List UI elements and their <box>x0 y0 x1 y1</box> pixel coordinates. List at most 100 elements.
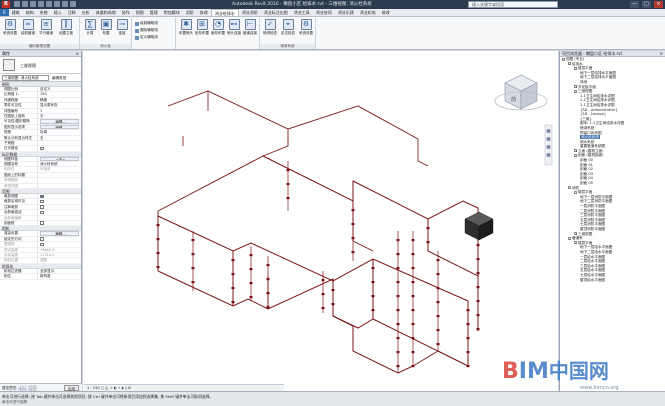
collapse-icon[interactable]: - <box>568 236 571 240</box>
search-input[interactable]: 键入关键字或短语 <box>468 1 558 8</box>
property-checkbox[interactable] <box>40 205 44 209</box>
property-checkbox[interactable] <box>40 221 44 225</box>
save-icon[interactable] <box>22 1 28 7</box>
property-value[interactable]: 精细 <box>38 98 81 102</box>
ribbon-tab[interactable]: 鸿业乐建 <box>335 9 357 16</box>
ribbon-tab[interactable]: 视图 <box>133 9 147 16</box>
instance-type-select[interactable]: 三维视图: 消火栓系统 <box>2 75 49 81</box>
ribbon-tab[interactable]: 修改 <box>197 9 211 16</box>
collapse-icon[interactable]: - <box>562 57 565 61</box>
ribbon-tab[interactable]: 体量和场地 <box>93 9 119 16</box>
ribbon-tab[interactable]: 鸿业机电 <box>357 9 379 16</box>
property-edit-button[interactable]: 编辑... <box>40 124 79 130</box>
property-value[interactable] <box>38 146 81 151</box>
collapse-icon[interactable]: - <box>574 241 577 245</box>
property-checkbox[interactable] <box>40 210 44 215</box>
property-value[interactable]: 显示原状态 <box>38 103 81 107</box>
property-value[interactable]: 协调 <box>38 130 81 134</box>
edit-type-button[interactable]: 编辑类型 <box>52 75 66 81</box>
pipe-connect-button[interactable]: ⊢ 管道连接 <box>242 19 258 35</box>
collapse-icon[interactable]: - <box>568 186 571 190</box>
collapse-icon[interactable]: - <box>574 153 577 157</box>
draw-pipe-button[interactable]: ═ 绘制管道 <box>20 19 36 35</box>
ribbon-tab[interactable]: 修改 <box>379 9 393 16</box>
browser-tree-item[interactable]: 屋顶给水平面图 <box>560 278 665 283</box>
property-checkbox[interactable] <box>40 237 44 241</box>
define-aux-line-button[interactable]: 定义辅助线 <box>135 35 158 40</box>
property-value[interactable]: 消火栓系统 <box>38 162 81 166</box>
ribbon-tab[interactable]: 附加模块 <box>161 9 183 16</box>
ribbon-tab[interactable]: 鸿业标注出图 <box>261 9 291 16</box>
ribbon-tab[interactable]: 分析 <box>79 9 93 16</box>
view-control-bar[interactable]: 1 : 150 ◻ ◫ ☼ ◐ ⌖ ◈ ◊ ⊟ <box>84 384 284 391</box>
minimize-button[interactable]: — <box>630 1 639 8</box>
expand-icon[interactable]: + <box>574 232 578 236</box>
redo-icon[interactable] <box>38 1 44 7</box>
ribbon-tab[interactable]: 管理 <box>147 9 161 16</box>
draw-aux-line-button[interactable]: 绘制辅助线 <box>135 21 158 26</box>
property-checkbox[interactable] <box>40 199 44 204</box>
ribbon-tab[interactable]: 鸿业消防 <box>239 9 261 16</box>
property-value[interactable] <box>38 199 81 204</box>
ribbon-tab[interactable]: 插入 <box>51 9 65 16</box>
rect-layout-button[interactable]: ⊞ 矩形布置 <box>194 19 210 35</box>
delete-aux-line-button[interactable]: 删除辅助线 <box>135 28 158 33</box>
create-riser-button[interactable]: ║ 创建立管 <box>58 19 74 35</box>
ribbon-tab[interactable]: 鸿业给排水 <box>210 9 239 16</box>
ribbon-tab[interactable]: 协作 <box>119 9 133 16</box>
parallel-pipe-button[interactable]: ≡ 平行管道 <box>38 19 54 35</box>
property-value[interactable]: 150 <box>38 92 81 96</box>
property-value[interactable] <box>38 210 81 215</box>
position-check-button[interactable]: ⌖ 定位检查 <box>280 19 296 35</box>
hydrant-place-button[interactable]: ▣ 布置 <box>98 19 114 35</box>
ribbon-tab[interactable]: 建筑 <box>9 9 23 16</box>
hydrant-calc-button[interactable]: ∑ 计算 <box>82 19 98 35</box>
sprinkler-connect-button[interactable]: ⊷ 喷头连接 <box>226 19 242 35</box>
property-value[interactable] <box>38 221 81 225</box>
expand-icon[interactable]: + <box>574 149 578 153</box>
property-value[interactable]: 自定义 <box>38 87 81 91</box>
property-value[interactable]: 1 <box>38 109 81 113</box>
ribbon-tab[interactable]: 系统 <box>37 9 51 16</box>
ribbon-tab[interactable]: 注释 <box>65 9 79 16</box>
property-checkbox[interactable] <box>40 194 44 199</box>
property-edit-button[interactable]: 编辑... <box>40 119 79 124</box>
place-sprinkler-button[interactable]: ✱ 布置喷头 <box>178 19 194 35</box>
navigation-bar[interactable] <box>544 124 553 166</box>
fan-layout-button[interactable]: ◔ 扇形布置 <box>210 19 226 35</box>
undo-icon[interactable] <box>30 1 36 7</box>
expand-icon[interactable]: + <box>574 85 578 89</box>
property-value[interactable] <box>38 141 81 145</box>
property-value[interactable]: 无 <box>38 114 81 118</box>
close-button[interactable]: × <box>654 1 663 8</box>
ribbon-tab[interactable]: 鸿业协同 <box>313 9 335 16</box>
collapse-icon[interactable]: - <box>568 62 571 66</box>
property-value[interactable] <box>38 237 81 241</box>
system-settings-button[interactable]: ⚙ 系统设置 <box>2 19 18 35</box>
viewcube[interactable] <box>494 74 548 111</box>
property-value[interactable]: 无 <box>38 136 81 140</box>
property-checkbox[interactable] <box>40 242 44 247</box>
property-value[interactable] <box>38 173 81 177</box>
maximize-button[interactable]: □ <box>642 1 651 8</box>
sprinkler-system-settings-button[interactable]: ⚙ 系统设置 <box>298 19 314 35</box>
section-icon[interactable] <box>70 1 76 7</box>
3d-view-icon[interactable] <box>62 1 68 7</box>
print-icon[interactable] <box>46 1 52 7</box>
collapse-icon[interactable]: - <box>574 190 577 194</box>
ribbon-tab[interactable]: 结构 <box>23 9 37 16</box>
collapse-icon[interactable]: - <box>574 89 577 93</box>
revit-app-icon[interactable]: R <box>2 1 10 8</box>
3d-view-canvas[interactable]: 前 <box>83 51 558 391</box>
property-checkbox[interactable] <box>40 146 44 151</box>
property-value[interactable]: 新构造 <box>38 274 81 278</box>
measure-icon[interactable] <box>54 1 60 7</box>
property-edit-button[interactable]: <无> <box>40 156 79 162</box>
ribbon-tab[interactable]: 消防 <box>183 9 197 16</box>
ribbon-tab[interactable]: 鸿业工具 <box>291 9 313 16</box>
collapse-icon[interactable]: - <box>574 66 577 70</box>
hydrant-connect-button[interactable]: ⊸ 连接 <box>114 19 130 35</box>
sprinkler-check-button[interactable]: ✓ 喷淋检查 <box>262 19 278 35</box>
property-value[interactable] <box>38 194 81 199</box>
property-value[interactable]: 全部显示 <box>38 269 81 273</box>
